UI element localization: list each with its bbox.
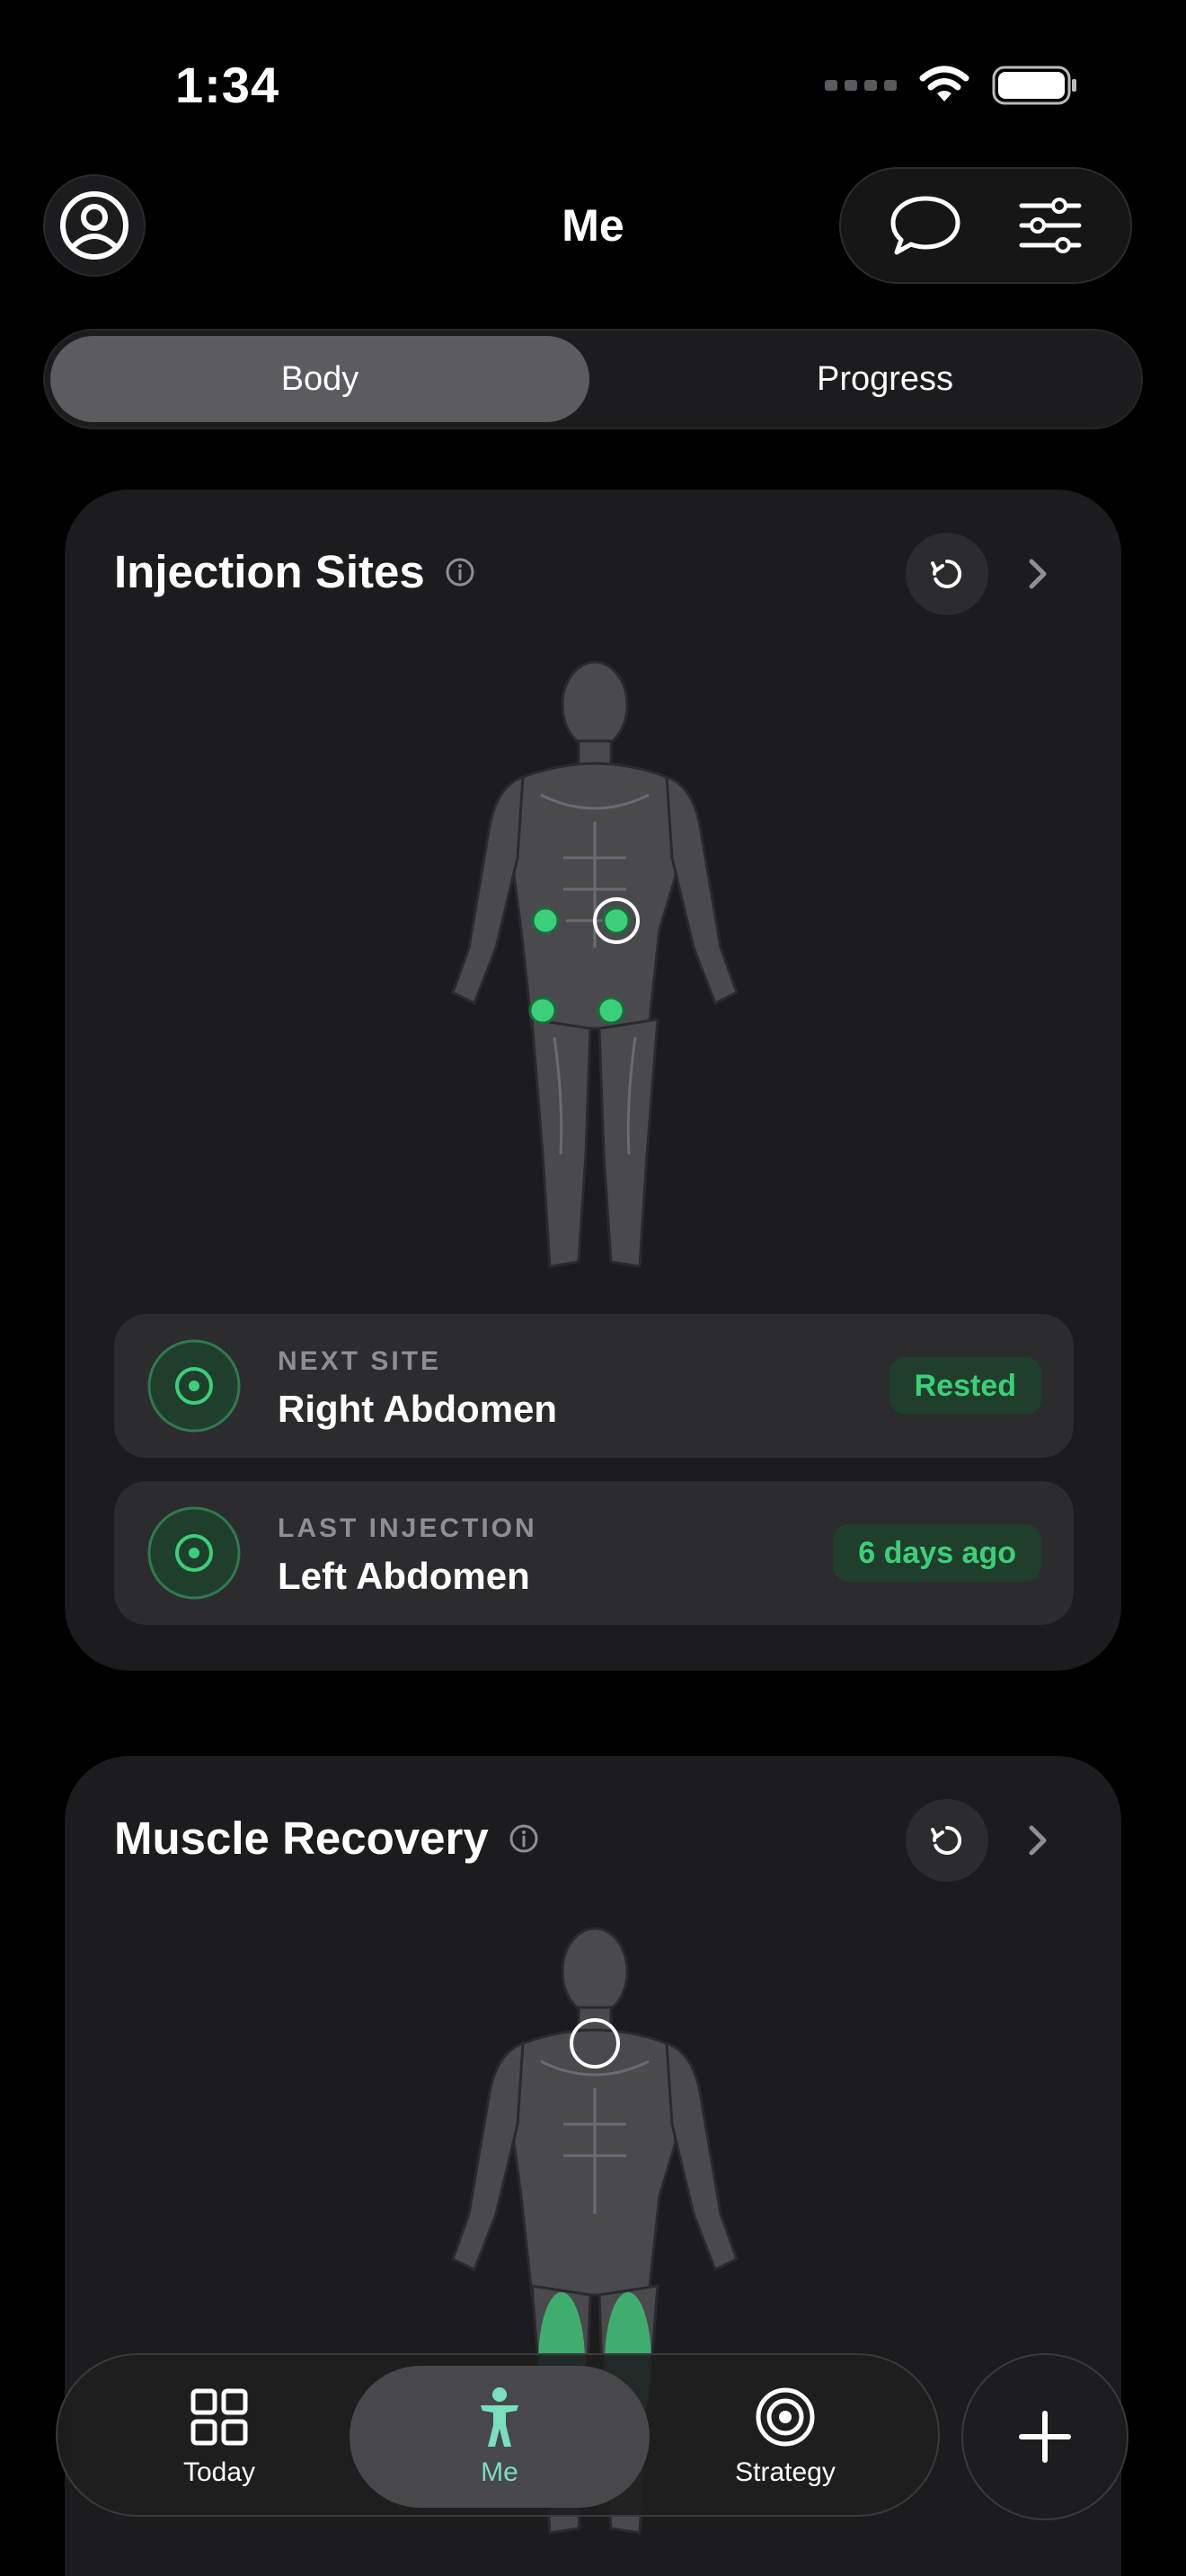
status-badge: Rested: [889, 1357, 1041, 1415]
rotate-button[interactable]: [906, 1799, 988, 1882]
injection-sites-card: Injection Sites NEXT SITE Right Abdomen …: [65, 490, 1121, 1671]
cellular-signal-icon: [825, 80, 897, 91]
last-injection-label: LAST INJECTION: [278, 1513, 537, 1543]
rotate-icon: [931, 559, 962, 588]
card-title: Injection Sites: [114, 546, 425, 597]
status-icons: [825, 65, 1078, 106]
last-injection-value: Left Abdomen: [278, 1555, 530, 1597]
header-actions: [839, 167, 1132, 284]
rotate-button[interactable]: [906, 533, 988, 615]
info-icon[interactable]: [445, 557, 475, 587]
wifi-icon: [919, 66, 969, 101]
target-icon: [147, 1339, 241, 1433]
person-icon: [481, 2387, 518, 2447]
card-title: Muscle Recovery: [114, 1813, 489, 1864]
injection-point-left-abdomen: [531, 906, 560, 935]
next-site-label: NEXT SITE: [278, 1346, 442, 1376]
target-icon: [756, 2387, 815, 2447]
injection-point-left-thigh: [528, 996, 557, 1025]
plus-icon: [1019, 2411, 1071, 2463]
segment-body[interactable]: Body: [50, 336, 589, 422]
chevron-right-icon[interactable]: [1017, 1821, 1057, 1860]
battery-icon: [992, 66, 1076, 105]
tab-label: Strategy: [735, 2457, 836, 2487]
injection-point-right-thigh: [597, 996, 625, 1025]
next-site-row[interactable]: NEXT SITE Right Abdomen Rested: [114, 1314, 1074, 1458]
tab-strategy[interactable]: Strategy: [677, 2355, 893, 2519]
info-icon[interactable]: [509, 1823, 539, 1854]
target-icon: [147, 1506, 241, 1600]
body-diagram: [451, 660, 739, 1268]
status-time: 1:34: [175, 57, 280, 113]
last-injection-row[interactable]: LAST INJECTION Left Abdomen 6 days ago: [114, 1481, 1074, 1625]
tab-label: Me: [481, 2457, 518, 2487]
rotate-icon: [931, 1825, 962, 1855]
injection-point-right-abdomen: [602, 906, 631, 935]
next-site-value: Right Abdomen: [278, 1388, 558, 1430]
grid-icon: [190, 2388, 248, 2446]
segmented-control: Body Progress: [43, 329, 1143, 429]
card-header: Injection Sites: [114, 545, 475, 598]
tab-today[interactable]: Today: [111, 2355, 327, 2519]
chat-bubble-icon[interactable]: [889, 193, 962, 258]
tab-me[interactable]: Me: [350, 2366, 650, 2508]
tab-bar: Today Me Strategy: [56, 2353, 940, 2517]
tab-label: Today: [182, 2457, 256, 2487]
card-header: Muscle Recovery: [114, 1812, 539, 1865]
time-badge: 6 days ago: [833, 1524, 1041, 1582]
segment-progress[interactable]: Progress: [638, 336, 1132, 422]
sliders-icon[interactable]: [1018, 197, 1083, 254]
chevron-right-icon[interactable]: [1017, 554, 1057, 594]
add-button[interactable]: [961, 2353, 1128, 2520]
